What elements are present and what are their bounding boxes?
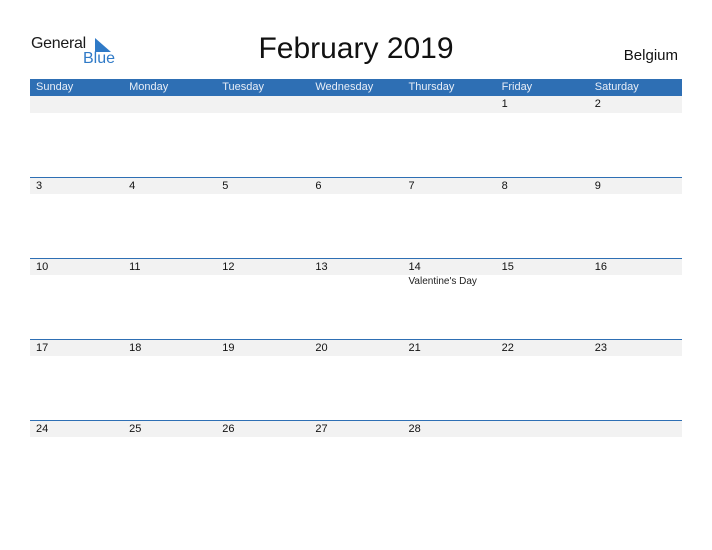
week-row: 24 25 26 27 28	[30, 420, 682, 501]
weekday-monday: Monday	[129, 81, 169, 93]
day-number	[589, 421, 682, 437]
date-bar: 12	[30, 96, 682, 113]
weekday-thursday: Thursday	[408, 81, 455, 93]
weekday-wednesday: Wednesday	[315, 81, 374, 93]
week-row: 17 18 19 20 21 22 23	[30, 339, 682, 420]
day-number: 2	[594, 98, 601, 110]
date-bar: 3 4 5 6 7 8 9	[30, 177, 682, 194]
day-number: 18	[129, 342, 142, 354]
holiday-label	[216, 275, 309, 289]
weekday-sunday: Sunday	[36, 81, 74, 93]
day-number: 26	[222, 423, 235, 435]
date-bar: 17 18 19 20 21 22 23	[30, 339, 682, 356]
day-number: 4	[129, 180, 136, 192]
day-number	[309, 96, 402, 113]
country-label: Belgium	[623, 47, 678, 64]
date-bar: 10 11 12 13 14 15 16	[30, 258, 682, 275]
events-row: Valentine's Day	[30, 275, 682, 289]
day-number: 3	[36, 180, 43, 192]
holiday-label	[30, 275, 123, 289]
day-number: 16	[594, 261, 607, 273]
week-row: 3 4 5 6 7 8 9	[30, 177, 682, 258]
day-number: 11	[129, 261, 141, 273]
day-number: 19	[222, 342, 235, 354]
day-number	[496, 421, 589, 437]
day-number: 22	[501, 342, 514, 354]
day-number: 20	[315, 342, 328, 354]
day-number: 21	[408, 342, 421, 354]
day-number: 15	[501, 261, 514, 273]
day-number: 27	[315, 423, 328, 435]
day-number: 10	[36, 261, 49, 273]
day-number: 25	[129, 423, 142, 435]
day-number: 12	[222, 261, 235, 273]
weekday-friday: Friday	[501, 81, 533, 93]
day-number: 23	[594, 342, 607, 354]
day-number: 28	[408, 423, 421, 435]
day-number	[403, 96, 496, 113]
holiday-label	[589, 275, 682, 289]
holiday-label	[496, 275, 589, 289]
day-number: 13	[315, 261, 328, 273]
holiday-label	[309, 275, 402, 289]
weekday-saturday: Saturday	[594, 81, 639, 93]
day-number: 8	[501, 180, 508, 192]
week-row: 12	[30, 96, 682, 177]
day-number: 5	[222, 180, 229, 192]
weekday-header: Sunday Monday Tuesday Wednesday Thursday…	[30, 79, 682, 96]
holiday-label	[123, 275, 216, 289]
weekday-tuesday: Tuesday	[222, 81, 265, 93]
day-number	[30, 96, 123, 113]
day-number: 24	[36, 423, 49, 435]
week-row: 10 11 12 13 14 15 16 Valentine's Day	[30, 258, 682, 339]
day-number: 7	[408, 180, 415, 192]
day-number: 9	[594, 180, 601, 192]
day-number: 14	[408, 261, 421, 273]
day-number: 17	[36, 342, 49, 354]
date-bar: 24 25 26 27 28	[30, 420, 682, 437]
day-number	[123, 96, 216, 113]
day-number	[216, 96, 309, 113]
page-title: February 2019	[258, 32, 454, 65]
day-number: 1	[501, 98, 508, 110]
day-number: 6	[315, 180, 322, 192]
holiday-label: Valentine's Day	[408, 276, 477, 287]
